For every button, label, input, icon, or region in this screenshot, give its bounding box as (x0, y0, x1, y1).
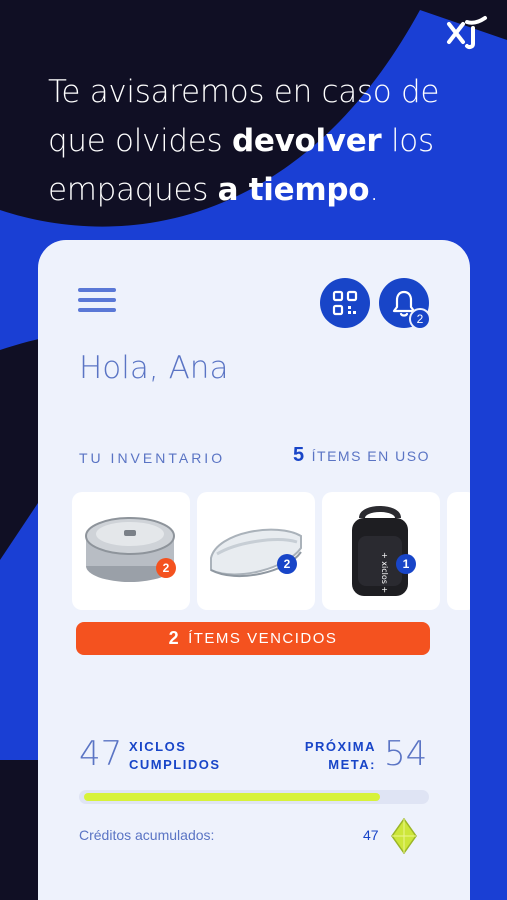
gem-icon (391, 818, 417, 854)
cycles-completed-label: XICLOS CUMPLIDOS (129, 739, 221, 772)
items-in-use-count: 5 ÍTEMS EN USO (293, 444, 430, 466)
goal-progress-fill (84, 793, 380, 801)
credits-label: Créditos acumulados: (79, 827, 215, 843)
transparent-container-image (210, 528, 302, 578)
item-count-badge: 2 (156, 558, 176, 578)
notifications-button[interactable]: 2 (379, 278, 431, 330)
notification-count-badge: 2 (409, 308, 431, 330)
inventory-item-backpack[interactable]: + xiclos + xi 1 (322, 492, 440, 610)
item-count-badge: 1 (396, 554, 416, 574)
next-goal-value: 54 (384, 734, 428, 774)
steel-container-image (85, 517, 175, 582)
inventory-item-transparent-container[interactable]: 2 (197, 492, 315, 610)
hamburger-menu-icon[interactable] (78, 288, 116, 318)
next-goal-label: PRÓXIMA META: (304, 739, 376, 772)
inventory-item-partial[interactable] (447, 492, 470, 610)
expired-items-button[interactable]: 2 ÍTEMS VENCIDOS (76, 622, 430, 655)
xiclos-logo (447, 16, 487, 50)
item-count-badge: 2 (277, 554, 297, 574)
inventory-item-steel-container[interactable]: 2 (72, 492, 190, 610)
greeting-title: Hola, Ana (79, 350, 229, 386)
promo-headline: Te avisaremos en caso de que olvides dev… (48, 74, 440, 208)
credits-value: 47 (363, 827, 379, 843)
inventory-carousel[interactable]: 2 2 + xiclos + xi 1 (72, 492, 470, 610)
phone-app-screen: 2 Hola, Ana TU INVENTARIO 5 ÍTEMS EN USO … (38, 240, 470, 900)
cycles-completed-value: 47 (79, 734, 123, 774)
backpack-image: + xiclos + xi (352, 506, 408, 603)
qr-code-icon (332, 290, 358, 316)
qr-code-button[interactable] (320, 278, 370, 328)
inventory-label: TU INVENTARIO (79, 450, 226, 466)
backpack-print: + xiclos + xi (380, 552, 389, 603)
